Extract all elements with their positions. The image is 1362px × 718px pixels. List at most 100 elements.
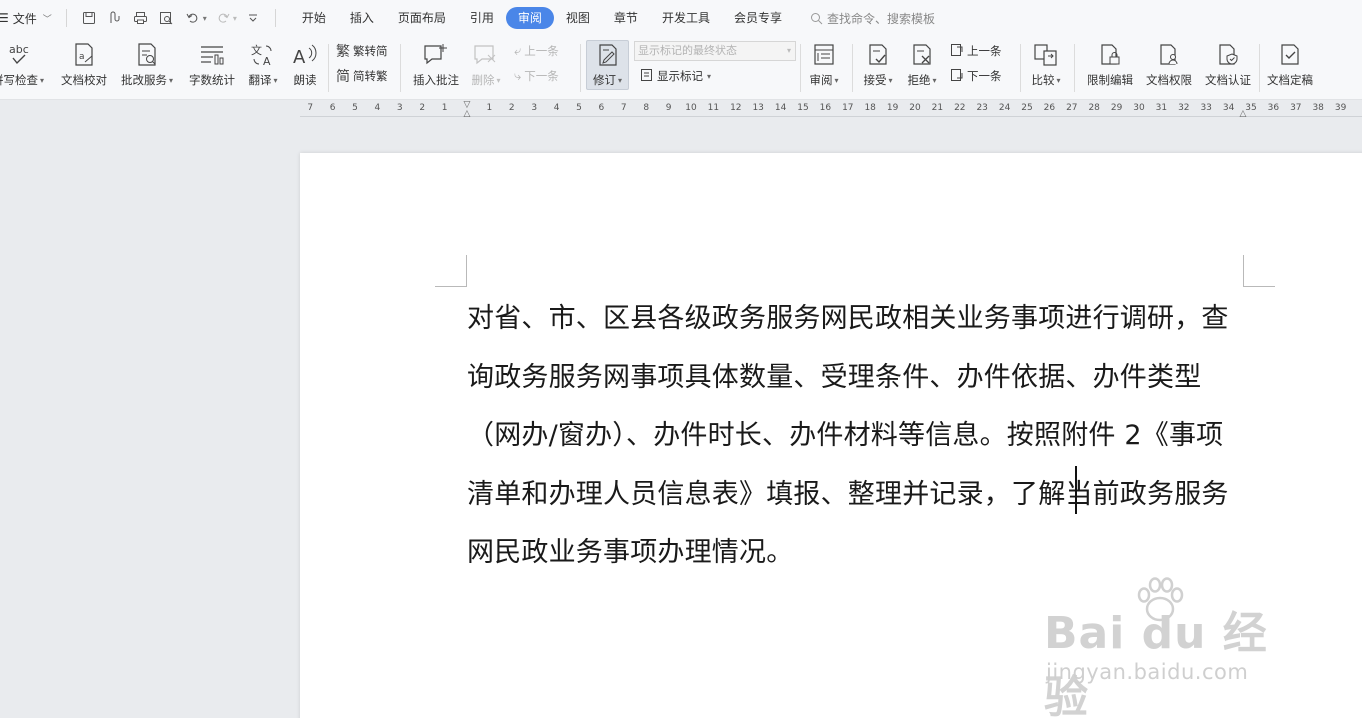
- tab-page-layout[interactable]: 页面布局: [386, 7, 458, 29]
- track-changes-icon: [596, 40, 620, 68]
- undo-icon[interactable]: [183, 8, 203, 28]
- tab-chapter[interactable]: 章节: [602, 7, 650, 29]
- command-search[interactable]: 查找命令、搜索模板: [810, 10, 935, 27]
- chevron-down-icon: ﹀: [42, 14, 52, 25]
- tab-insert[interactable]: 插入: [338, 7, 386, 29]
- translate-button[interactable]: 文A 翻译 ▾: [244, 36, 282, 88]
- svg-text:A: A: [293, 47, 306, 68]
- chevron-down-icon: ▾: [39, 75, 44, 85]
- track-changes-button[interactable]: 修订 ▾: [586, 36, 629, 88]
- ruler-tick-label: 6: [329, 103, 336, 113]
- show-markup-label: 显示标记: [657, 69, 703, 83]
- ruler-tick-label: 26: [1043, 103, 1056, 113]
- ruler-tick-label: 28: [1088, 103, 1100, 113]
- reject-change-button[interactable]: 拒绝 ▾: [904, 36, 940, 88]
- word-count-icon: [199, 40, 225, 68]
- doc-proofread-icon: a: [72, 40, 96, 68]
- ruler-tick-label: 32: [1178, 103, 1190, 113]
- prev-comment-label: 上一条: [524, 44, 559, 58]
- word-count-button[interactable]: 字数统计: [186, 36, 238, 88]
- horizontal-ruler[interactable]: 7 6 5 4 3 2 1 1 2 3 4 5 6 7 8 9 10 11 12 13 14 15 16 17 18 19 20 21…: [0, 100, 1362, 120]
- chevron-down-icon: ▾: [888, 75, 893, 85]
- reject-change-icon: [910, 40, 934, 68]
- quick-access-toolbar: ▾ ▾: [73, 8, 269, 28]
- doc-permissions-button[interactable]: 文档权限: [1142, 36, 1196, 88]
- menu-bar: ☰ 文件 ﹀ ▾ ▾ 开始 插入 页面布局 引用 审阅 视图 章节 开发工具 会…: [0, 0, 1362, 36]
- spell-check-button[interactable]: abc 拼写检查▾: [0, 36, 48, 88]
- baidu-jingyan-watermark: Bai du 经验 jingyan.baidu.com: [1044, 575, 1294, 718]
- file-menu[interactable]: ☰ 文件 ﹀: [0, 7, 60, 29]
- correction-service-button[interactable]: 批改服务 ▾: [118, 36, 176, 88]
- print-icon[interactable]: [131, 8, 151, 28]
- chevron-down-icon: ▾: [232, 13, 237, 23]
- chevron-down-icon: ▾: [617, 75, 622, 85]
- tab-references[interactable]: 引用: [458, 7, 506, 29]
- ruler-tick-label: 11: [707, 103, 720, 113]
- tab-review[interactable]: 审阅: [505, 7, 554, 29]
- tab-home[interactable]: 开始: [290, 7, 338, 29]
- doc-certification-button[interactable]: 文档认证: [1201, 36, 1255, 88]
- insert-comment-icon: [423, 40, 449, 68]
- chevron-down-icon[interactable]: ▾: [203, 14, 207, 23]
- accept-change-button[interactable]: 接受 ▾: [860, 36, 896, 88]
- file-menu-label: 文件: [12, 11, 37, 26]
- markup-mode-select[interactable]: 显示标记的最终状态 ▾: [634, 41, 796, 61]
- customize-toolbar-icon[interactable]: [243, 8, 263, 28]
- separator: [800, 44, 801, 92]
- ruler-tick-label: 19: [886, 103, 899, 113]
- chevron-down-icon: ▾: [1056, 75, 1061, 85]
- correction-service-icon: [135, 40, 159, 68]
- trad-to-simp-button[interactable]: 繁 繁转简: [336, 42, 388, 60]
- right-indent-icon[interactable]: △: [1240, 109, 1247, 119]
- compare-icon: [1033, 40, 1059, 68]
- ribbon-tabs: 开始 插入 页面布局 引用 审阅 视图 章节 开发工具 会员专享: [290, 7, 794, 29]
- read-aloud-button[interactable]: A 朗读: [288, 36, 322, 88]
- simp-to-trad-button[interactable]: 简 简转繁: [336, 67, 388, 85]
- compare-label: 比较: [1031, 73, 1055, 87]
- print-preview-icon[interactable]: [157, 8, 177, 28]
- prev-change-button[interactable]: 上一条: [950, 42, 1002, 60]
- chevron-down-icon: ▾: [834, 75, 839, 85]
- next-comment-icon: ⤷: [514, 68, 522, 84]
- doc-finalize-button[interactable]: 文档定稿: [1263, 36, 1317, 88]
- svg-text:A: A: [263, 55, 271, 68]
- insert-comment-button[interactable]: 插入批注: [408, 36, 464, 88]
- document-paragraph[interactable]: 对省、市、区县各级政务服务网民政相关业务事项进行调研，查询政务服务网事项具体数量…: [467, 290, 1247, 583]
- ruler-line: [300, 116, 1362, 117]
- review-pane-button[interactable]: 审阅 ▾: [806, 36, 842, 88]
- ruler-tick-label: 1: [486, 103, 493, 113]
- doc-proofread-button[interactable]: a 文档校对: [58, 36, 110, 88]
- prev-comment-icon: ⤶: [514, 43, 522, 59]
- correction-service-label: 批改服务: [120, 73, 167, 87]
- separator: [328, 44, 329, 92]
- ruler-tick-label: 2: [419, 103, 426, 113]
- insert-comment-label: 插入批注: [413, 73, 459, 87]
- margin-corner-mark: [435, 255, 467, 287]
- ruler-tick-label: 15: [797, 103, 809, 113]
- compare-button[interactable]: 比较 ▾: [1026, 36, 1066, 88]
- doc-proofread-label: 文档校对: [61, 73, 107, 87]
- read-aloud-label: 朗读: [293, 73, 317, 87]
- tab-developer[interactable]: 开发工具: [650, 7, 722, 29]
- ruler-tick-label: 21: [931, 103, 944, 113]
- restrict-editing-button[interactable]: 限制编辑: [1082, 36, 1138, 88]
- next-change-button[interactable]: 下一条: [950, 67, 1002, 85]
- traditional-char-icon: 繁: [336, 44, 350, 60]
- tab-member[interactable]: 会员专享: [722, 7, 794, 29]
- translate-label: 翻译: [248, 73, 272, 87]
- save-icon[interactable]: [79, 8, 99, 28]
- show-markup-icon: [640, 68, 654, 85]
- ruler-tick-label: 39: [1334, 103, 1347, 113]
- show-markup-button[interactable]: 显示标记 ▾: [640, 67, 711, 85]
- review-ribbon: abc 拼写检查▾ a 文档校对 批改服务▾ 字数统计 文A 翻译▾ A 朗读: [0, 36, 1362, 100]
- text-cursor: [1075, 466, 1077, 514]
- export-pdf-icon[interactable]: [105, 8, 125, 28]
- accept-change-label: 接受: [863, 73, 887, 87]
- ruler-tick-label: 29: [1110, 103, 1123, 113]
- separator: [1020, 44, 1021, 92]
- ruler-tick-label: 17: [842, 103, 854, 113]
- svg-text:文: 文: [251, 43, 262, 57]
- tab-view[interactable]: 视图: [554, 7, 602, 29]
- ruler-tick-label: 5: [576, 103, 582, 113]
- left-indent-icon[interactable]: △: [464, 109, 471, 119]
